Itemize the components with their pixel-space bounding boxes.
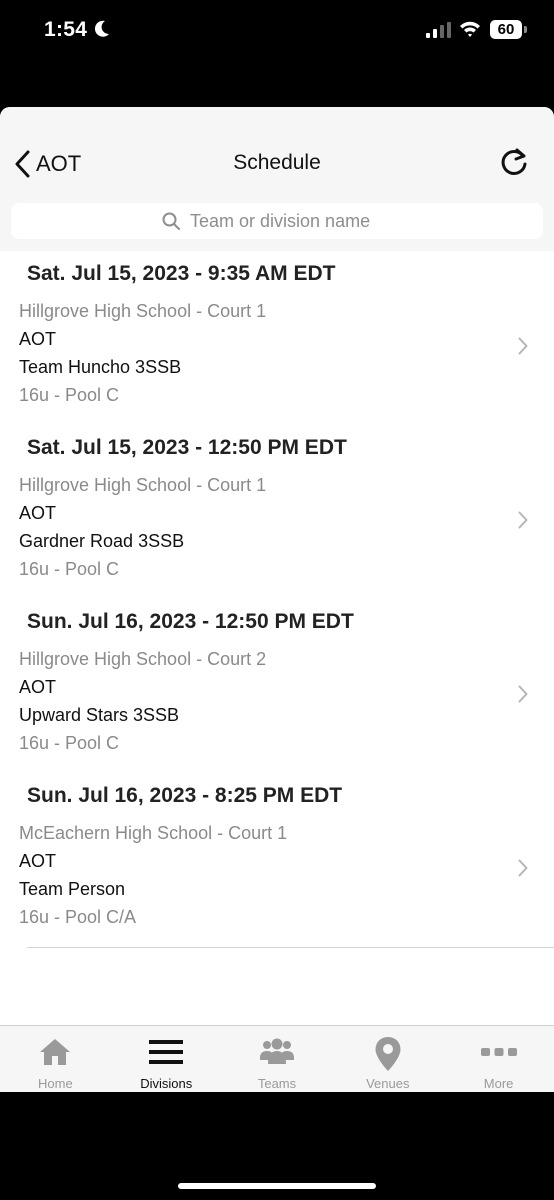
navigation-bar: AOT Schedule [0,107,554,194]
game-division: 16u - Pool C [19,559,120,579]
divisions-icon [149,1040,184,1064]
game-team-home: AOT [19,503,57,523]
tab-label: Teams [257,1076,297,1091]
search-box[interactable] [11,203,543,239]
tab-teams[interactable]: Teams [222,1026,333,1092]
game-team-away: Upward Stars 3SSB [19,705,180,725]
game-row[interactable]: Hillgrove High School - Court 2 AOT Upwa… [0,645,554,773]
home-icon [40,1039,71,1065]
tab-more[interactable]: More [443,1026,554,1092]
game-row[interactable]: Hillgrove High School - Court 1 AOT Team… [0,297,554,425]
tab-home[interactable]: Home [0,1026,111,1092]
status-time: 1:54 [44,18,88,41]
refresh-icon[interactable] [498,147,530,179]
schedule-list: Sat. Jul 15, 2023 - 9:35 AM EDT Hillgrov… [0,251,554,948]
tab-bar: Home Divisions Teams Venues More [0,1025,554,1092]
status-bar: 1:54 60 [0,0,554,62]
tab-label: Divisions [140,1076,193,1091]
game-division: 16u - Pool C/A [19,907,137,927]
app-sheet: AOT Schedule Sat. Jul 15, 2023 - 9:35 AM… [0,107,554,1092]
game-team-away: Gardner Road 3SSB [19,531,185,551]
battery-tip [524,26,527,33]
game-venue: Hillgrove High School - Court 1 [19,301,267,321]
game-venue: Hillgrove High School - Court 1 [19,475,267,495]
home-indicator[interactable] [178,1183,376,1189]
tab-venues[interactable]: Venues [332,1026,443,1092]
page-title: Schedule [233,151,321,174]
battery-icon: 60 [490,20,522,39]
more-icon [480,1048,517,1056]
chevron-right-icon [518,511,528,529]
game-team-home: AOT [19,851,57,871]
game-division: 16u - Pool C [19,385,120,405]
chevron-right-icon [518,859,528,877]
search-icon [162,212,180,230]
game-team-home: AOT [19,329,57,349]
game-team-home: AOT [19,677,57,697]
section-header: Sat. Jul 15, 2023 - 12:50 PM EDT [27,436,347,459]
list-divider [27,947,554,948]
game-division: 16u - Pool C [19,733,120,753]
teams-icon [259,1038,294,1064]
wifi-icon [460,21,480,37]
section-header: Sat. Jul 15, 2023 - 9:35 AM EDT [27,262,336,285]
game-row[interactable]: Hillgrove High School - Court 1 AOT Gard… [0,471,554,599]
section-header: Sun. Jul 16, 2023 - 12:50 PM EDT [27,610,354,633]
game-team-away: Team Huncho 3SSB [19,357,182,377]
cellular-signal-icon [426,22,451,38]
search-bar [0,193,554,251]
chevron-right-icon [518,685,528,703]
chevron-right-icon [518,337,528,355]
tab-label: Venues [366,1076,410,1091]
tab-label: Home [38,1076,73,1091]
moon-icon [94,20,109,37]
game-venue: McEachern High School - Court 1 [19,823,288,843]
tab-divisions[interactable]: Divisions [111,1026,222,1092]
game-venue: Hillgrove High School - Court 2 [19,649,267,669]
tab-label: More [483,1076,514,1091]
section-header: Sun. Jul 16, 2023 - 8:25 PM EDT [27,784,343,807]
venue-pin-icon [375,1037,401,1071]
game-team-away: Team Person [19,879,126,899]
game-row[interactable]: McEachern High School - Court 1 AOT Team… [0,819,554,947]
search-input[interactable] [188,209,392,233]
